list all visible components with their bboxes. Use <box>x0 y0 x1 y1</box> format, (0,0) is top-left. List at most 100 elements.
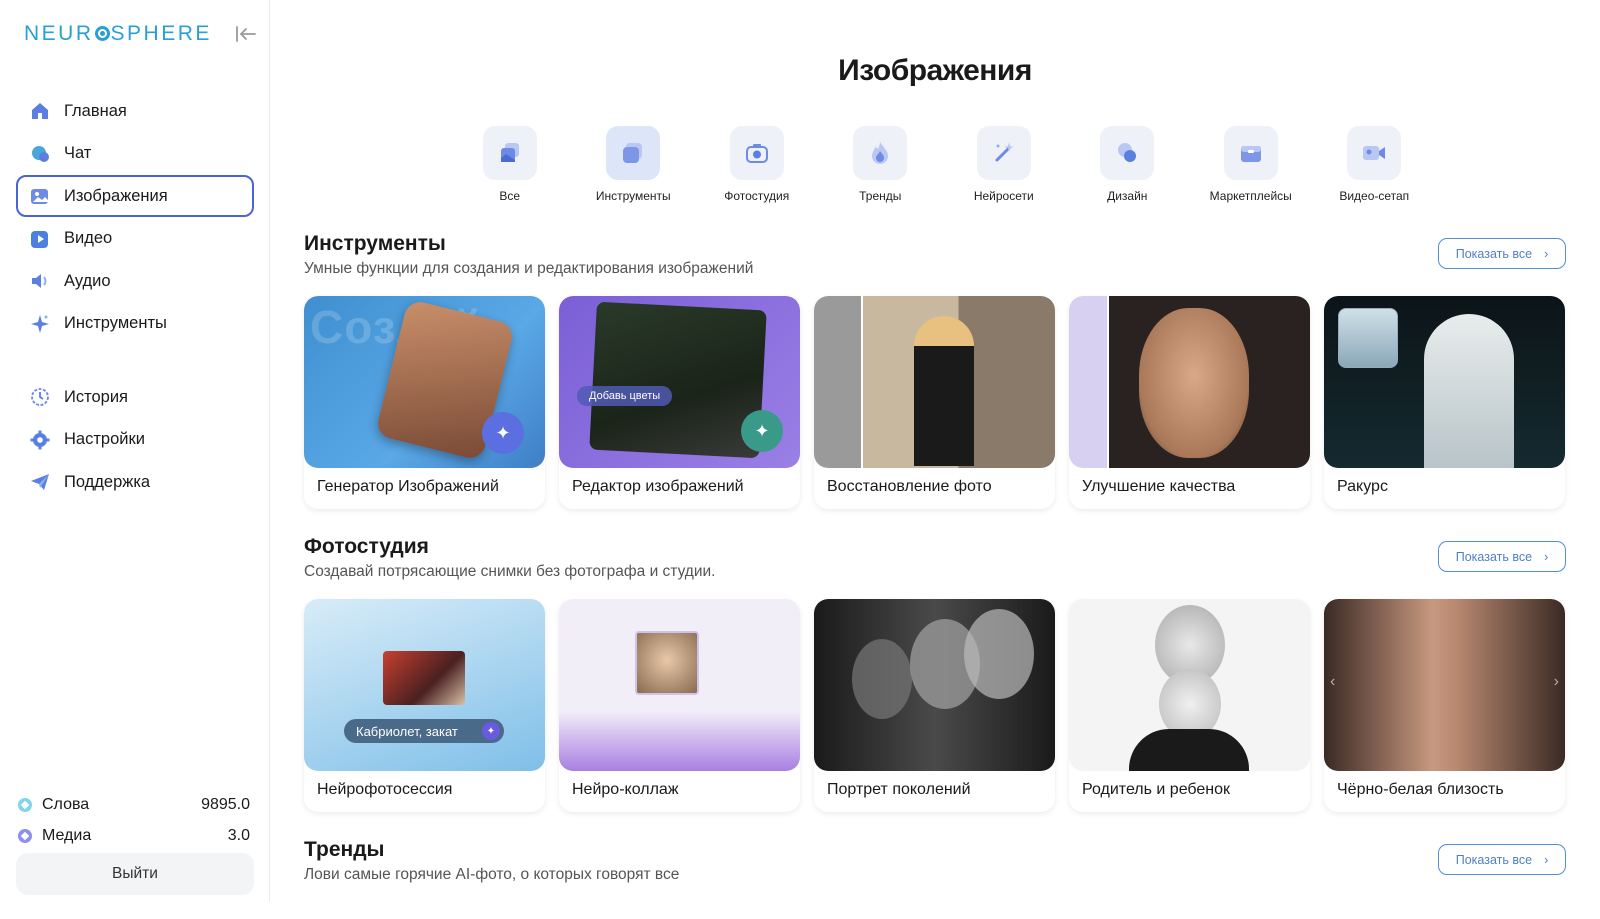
card-caption: Нейрофотосессия <box>317 781 453 798</box>
sidebar-item-images[interactable]: Изображения <box>16 175 254 217</box>
sidebar-item-support[interactable]: Поддержка <box>16 461 254 503</box>
card-caption: Генератор Изображений <box>317 478 499 495</box>
chevron-right-icon[interactable]: › <box>1554 673 1559 691</box>
chevron-right-icon: › <box>1544 852 1549 867</box>
stack-icon <box>482 126 537 180</box>
sidebar-item-history[interactable]: История <box>16 376 254 418</box>
category-photostudio[interactable]: Фотостудия <box>695 126 819 203</box>
section-title: Фотостудия <box>304 535 429 558</box>
card-quality-upscale[interactable]: Улучшение качества <box>1069 296 1310 509</box>
category-video-setup[interactable]: Видео-сетап <box>1313 126 1437 203</box>
section-title: Инструменты <box>304 232 446 255</box>
sidebar-item-home[interactable]: Главная <box>16 90 254 132</box>
sidebar-item-tools[interactable]: Инструменты <box>16 303 254 345</box>
card-image: Добавь цветы ✦ <box>559 296 800 468</box>
page-title: Изображения <box>838 54 1032 87</box>
card-caption: Родитель и ребенок <box>1082 781 1231 798</box>
sidebar-item-chat[interactable]: Чат <box>16 133 254 175</box>
sidebar-item-label: Инструменты <box>64 314 167 332</box>
sidebar-item-label: История <box>64 387 128 406</box>
section-tools: Инструменты Умные функции для создания и… <box>304 232 1566 509</box>
words-icon <box>18 798 32 812</box>
category-trends[interactable]: Тренды <box>819 126 943 203</box>
sidebar-item-label: Поддержка <box>64 472 151 491</box>
card-caption: Редактор изображений <box>572 478 744 495</box>
balance-label: Медиа <box>42 827 92 844</box>
section-trends: Тренды Лови самые горячие AI-фото, о кот… <box>304 838 1566 884</box>
collapse-sidebar-icon[interactable] <box>234 24 258 44</box>
category-design[interactable]: Дизайн <box>1066 126 1190 203</box>
camera-icon <box>729 126 784 180</box>
sidebar-item-settings[interactable]: Настройки <box>16 419 254 461</box>
category-all[interactable]: Все <box>448 126 572 203</box>
logo[interactable]: NEUR SPHERE <box>24 22 212 46</box>
layers-icon <box>606 126 661 180</box>
section-subtitle: Создавай потрясающие снимки без фотограф… <box>304 563 716 580</box>
sparkle-icon: ✦ <box>482 722 500 740</box>
secondary-nav: История Настройки Поддержка <box>16 376 254 504</box>
main-content: Изображения Все Инструменты Фотостудия Т… <box>270 0 1600 902</box>
card-bw-intimacy[interactable]: ‹ › Чёрно-белая близость <box>1324 599 1565 812</box>
logout-button[interactable]: Выйти <box>16 853 254 895</box>
balance-media: Медиа 3.0 <box>18 827 250 845</box>
sidebar-item-video[interactable]: Видео <box>16 218 254 260</box>
app-window: NEUR SPHERE Главная Чат Изображения Видео <box>0 0 1600 919</box>
home-icon <box>30 101 50 121</box>
card-image: Создай ✦ <box>304 296 545 468</box>
card-row: Кабриолет, закат ✦ Нейрофотосессия Нейро… <box>304 599 1565 812</box>
category-label: Видео-сетап <box>1339 189 1410 203</box>
section-photostudio: Фотостудия Создавай потрясающие снимки б… <box>304 535 1566 812</box>
sidebar-item-label: Видео <box>64 229 113 247</box>
sidebar-item-label: Чат <box>64 144 92 162</box>
balance-value: 9895.0 <box>201 796 250 813</box>
category-tools[interactable]: Инструменты <box>572 126 696 203</box>
card-image-generator[interactable]: Создай ✦ Генератор Изображений <box>304 296 545 509</box>
shapes-icon <box>1100 126 1155 180</box>
card-caption: Нейро-коллаж <box>572 781 679 798</box>
card-generations-portrait[interactable]: Портрет поколений <box>814 599 1055 812</box>
category-marketplaces[interactable]: Маркетплейсы <box>1189 126 1313 203</box>
video-camera-icon <box>1347 126 1402 180</box>
sparkle-icon: ✦ <box>741 410 783 452</box>
card-image <box>1324 296 1565 468</box>
section-subtitle: Умные функции для создания и редактирова… <box>304 260 754 277</box>
show-all-button[interactable]: Показать все › <box>1438 844 1566 875</box>
section-title: Тренды <box>304 838 385 861</box>
category-label: Маркетплейсы <box>1209 189 1292 203</box>
card-image <box>814 599 1055 771</box>
sidebar: NEUR SPHERE Главная Чат Изображения Видео <box>0 0 270 902</box>
card-image <box>814 296 1055 468</box>
card-caption: Восстановление фото <box>827 478 992 495</box>
category-label: Все <box>499 189 521 203</box>
section-subtitle: Лови самые горячие AI-фото, о которых го… <box>304 866 680 883</box>
card-caption: Чёрно-белая близость <box>1337 781 1504 798</box>
sidebar-item-audio[interactable]: Аудио <box>16 260 254 302</box>
category-neuro[interactable]: Нейросети <box>942 126 1066 203</box>
show-all-button[interactable]: Показать все › <box>1438 238 1566 269</box>
card-neuro-photoshoot[interactable]: Кабриолет, закат ✦ Нейрофотосессия <box>304 599 545 812</box>
card-row: Создай ✦ Генератор Изображений Добавь цв… <box>304 296 1565 509</box>
category-label: Инструменты <box>595 189 671 203</box>
main-nav: Главная Чат Изображения Видео Аудио Инст… <box>16 90 254 345</box>
chat-icon <box>30 144 50 164</box>
category-label: Тренды <box>859 189 902 203</box>
card-image <box>1069 296 1310 468</box>
sidebar-item-label: Главная <box>64 101 127 120</box>
chevron-left-icon[interactable]: ‹ <box>1330 673 1335 691</box>
show-all-button[interactable]: Показать все › <box>1438 541 1566 572</box>
flame-icon <box>853 126 908 180</box>
card-photo-restore[interactable]: Восстановление фото <box>814 296 1055 509</box>
card-caption: Ракурс <box>1337 478 1388 495</box>
card-image <box>1069 599 1310 771</box>
card-neuro-collage[interactable]: Нейро-коллаж <box>559 599 800 812</box>
card-image-editor[interactable]: Добавь цветы ✦ Редактор изображений <box>559 296 800 509</box>
image-icon <box>30 186 50 206</box>
category-label: Нейросети <box>973 189 1034 203</box>
card-image: Кабриолет, закат ✦ <box>304 599 545 771</box>
chevron-right-icon: › <box>1544 246 1549 261</box>
media-icon <box>18 829 32 843</box>
chevron-right-icon: › <box>1544 549 1549 564</box>
card-angle[interactable]: Ракурс <box>1324 296 1565 509</box>
sidebar-item-label: Настройки <box>64 430 145 448</box>
card-parent-child[interactable]: Родитель и ребенок <box>1069 599 1310 812</box>
